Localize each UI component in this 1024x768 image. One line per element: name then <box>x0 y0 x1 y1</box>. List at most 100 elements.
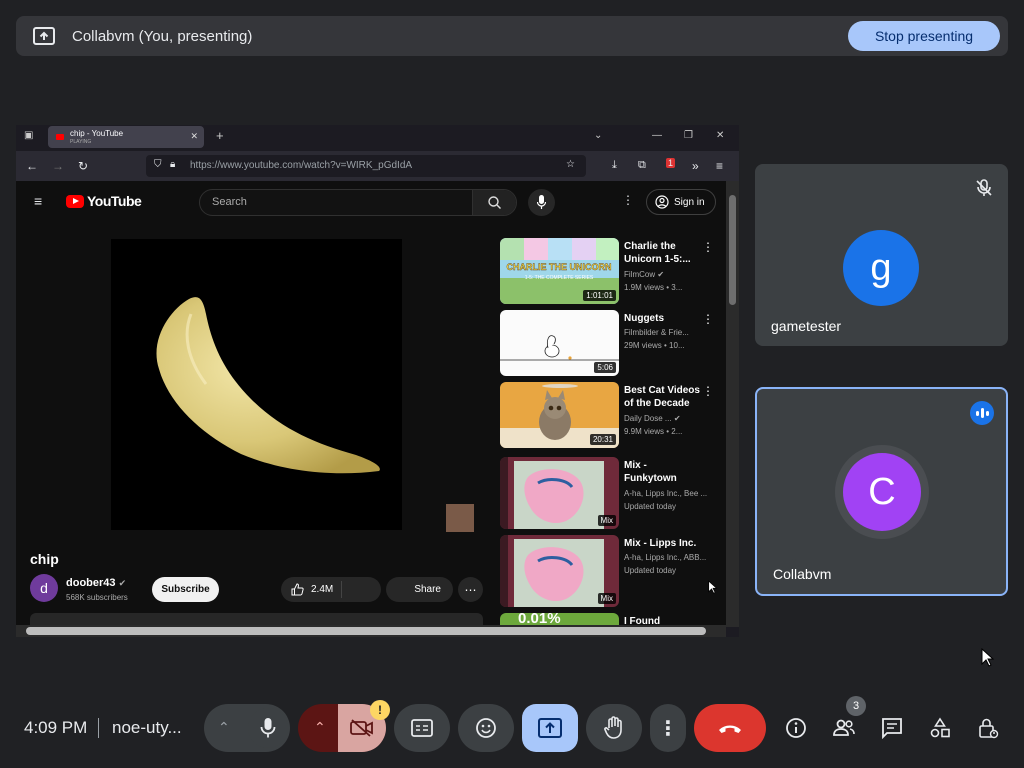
stop-presenting-button[interactable]: Stop presenting <box>848 21 1000 51</box>
people-button[interactable] <box>832 716 856 740</box>
recommendation-channel: A-ha, Lipps Inc., ABB... <box>624 553 707 562</box>
participant-tile-collabvm[interactable]: C Collabvm <box>755 387 1008 596</box>
microphone-button[interactable] <box>248 708 288 748</box>
youtube-favicon-icon <box>56 134 64 140</box>
like-button[interactable]: 2.4M <box>281 577 381 602</box>
recommendation-thumbnail: Mix <box>500 535 619 607</box>
meeting-details-button[interactable] <box>784 716 808 740</box>
recommendation-channel: A-ha, Lipps Inc., Bee ... <box>624 489 708 498</box>
recommendation-item[interactable]: CHARLIE THE UNICORN 1-5: THE COMPLETE SE… <box>500 238 720 304</box>
meeting-code: noe-uty... <box>112 718 182 737</box>
vertical-scrollbar[interactable] <box>726 181 739 627</box>
captions-button[interactable] <box>394 704 450 752</box>
activities-button[interactable] <box>928 716 952 740</box>
new-tab-icon[interactable]: + <box>216 128 224 143</box>
recommendation-updated: Updated today <box>624 502 677 511</box>
browser-tab[interactable]: chip - YouTube PLAYING ✕ <box>48 126 204 148</box>
verified-check-icon: ✔ <box>673 414 681 423</box>
recommendation-item[interactable]: Mix Mix - Lipps Inc. A-ha, Lipps Inc., A… <box>500 535 720 607</box>
mic-icon <box>260 718 276 738</box>
recommendation-channel: FilmCow ✔ <box>624 270 664 279</box>
recommendation-item[interactable]: Mix Mix - Funkytown A-ha, Lipps Inc., Be… <box>500 457 720 529</box>
like-count: 2.4M <box>311 584 334 595</box>
views-text: 1.9M views <box>624 283 665 292</box>
item-menu-icon[interactable]: ⋮ <box>702 312 714 326</box>
video-options-chevron-icon[interactable]: ⌃ <box>314 719 326 736</box>
hamburger-menu-icon[interactable]: ≡ <box>716 159 723 173</box>
guide-menu-icon[interactable]: ≡ <box>34 193 42 209</box>
download-icon[interactable]: ⤓ <box>612 159 617 172</box>
leave-call-button[interactable] <box>694 704 766 752</box>
audio-options-chevron-icon[interactable]: ⌃ <box>218 719 230 736</box>
sign-in-button[interactable]: Sign in <box>646 189 716 215</box>
meeting-time: 4:09 PM <box>24 718 88 737</box>
thumbs-up-icon <box>291 583 304 596</box>
reactions-button[interactable] <box>458 704 514 752</box>
search-button[interactable] <box>472 190 516 215</box>
scrollbar-thumb[interactable] <box>729 195 736 305</box>
item-menu-icon[interactable]: ⋮ <box>702 240 714 254</box>
recommendation-updated: Updated today <box>624 566 677 575</box>
forward-icon[interactable]: → <box>52 159 64 173</box>
more-actions-button[interactable]: ⋯ <box>458 577 483 602</box>
chat-button[interactable] <box>880 716 904 740</box>
close-tab-icon[interactable]: ✕ <box>190 131 198 142</box>
horizontal-scrollbar[interactable] <box>16 625 726 637</box>
mouse-cursor-icon <box>981 648 995 667</box>
thumb-sub-text: 1-5: THE COMPLETE SERIES <box>525 275 594 281</box>
shield-icon[interactable]: ⛉ <box>154 159 162 170</box>
views-text: 9.9M views <box>624 427 665 436</box>
channel-name[interactable]: doober43 ✔ <box>66 577 126 589</box>
host-controls-button[interactable] <box>976 716 1000 740</box>
present-now-button[interactable] <box>522 704 578 752</box>
more-options-button[interactable]: ⋮ <box>650 704 686 752</box>
close-window-icon[interactable]: ✕ <box>716 130 724 141</box>
avatar: g <box>843 230 919 306</box>
channel-avatar[interactable]: d <box>30 574 58 602</box>
participant-tile-gametester[interactable]: g gametester <box>755 164 1008 346</box>
present-screen-icon <box>32 24 56 48</box>
verified-check-icon: ✔ <box>657 270 665 279</box>
video-player[interactable] <box>111 239 402 530</box>
settings-kebab-icon[interactable]: ⋮ <box>622 193 634 207</box>
recommendation-item[interactable]: 20:31 Best Cat Videos of the Decade Dail… <box>500 382 720 448</box>
recommendation-title: Charlie the Unicorn 1-5:... <box>624 241 691 265</box>
share-button[interactable]: Share <box>386 577 453 602</box>
bookmark-star-icon[interactable]: ☆ <box>566 159 575 170</box>
mic-off-icon <box>974 178 994 198</box>
miniplayer-thumbnail[interactable] <box>446 504 474 532</box>
hand-icon <box>604 716 622 739</box>
lock-icon[interactable]: 🔒︎ <box>170 159 175 170</box>
back-icon[interactable]: ← <box>26 159 38 173</box>
recommendation-title: Mix - Funkytown <box>624 460 677 484</box>
present-screen-icon <box>538 718 562 738</box>
toolbar-divider <box>98 718 99 738</box>
voice-search-button[interactable] <box>528 189 555 216</box>
browser-nav-bar: ← → ↻ ⛉ 🔒︎ https://www.youtube.com/watch… <box>16 151 739 181</box>
reload-icon[interactable]: ↻ <box>78 159 88 173</box>
url-bar[interactable]: ⛉ 🔒︎ https://www.youtube.com/watch?v=WIR… <box>146 155 586 177</box>
search-input[interactable]: Search <box>212 196 247 208</box>
recommendation-item[interactable]: 5:06 Nuggets Filmbilder & Frie... 29M vi… <box>500 310 720 376</box>
search-box[interactable]: Search <box>199 189 517 216</box>
recommendation-channel: Filmbilder & Frie... <box>624 328 689 337</box>
youtube-logo[interactable]: YouTube <box>66 193 142 209</box>
extension-badge[interactable]: 1 <box>666 158 676 168</box>
minimize-icon[interactable]: — <box>652 130 662 141</box>
tab-list-icon[interactable]: ▣ <box>24 130 33 141</box>
recommendation-thumbnail: 5:06 <box>500 310 619 376</box>
extensions-icon[interactable]: ⧉ <box>638 159 646 172</box>
subscribe-button[interactable]: Subscribe <box>152 577 219 602</box>
presented-window: ▣ chip - YouTube PLAYING ✕ + ⌄ — ❐ ✕ ← →… <box>16 125 739 637</box>
restore-icon[interactable]: ❐ <box>684 130 693 141</box>
channel-name-text: doober43 <box>66 577 116 589</box>
verified-check-icon: ✔ <box>118 578 127 588</box>
video-title: chip <box>30 551 59 567</box>
chevron-down-icon[interactable]: ⌄ <box>594 130 602 141</box>
age-text: 2... <box>671 427 683 436</box>
speaking-indicator-icon <box>970 401 994 425</box>
item-menu-icon[interactable]: ⋮ <box>702 384 714 398</box>
overflow-icon[interactable]: » <box>692 159 699 173</box>
scrollbar-thumb[interactable] <box>26 627 706 635</box>
raise-hand-button[interactable] <box>586 704 642 752</box>
